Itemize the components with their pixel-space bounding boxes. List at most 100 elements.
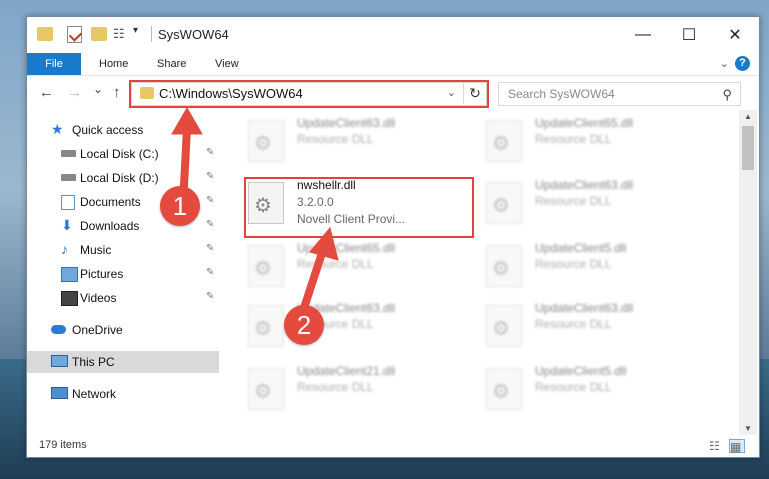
- sidebar-item-label: Videos: [80, 291, 117, 305]
- pin-icon[interactable]: ✎: [206, 243, 214, 254]
- scroll-down-icon[interactable]: ▼: [739, 424, 757, 433]
- file-item[interactable]: UpdateClient5.dll Resource DLL: [486, 239, 716, 297]
- sidebar-item-local-disk-d[interactable]: Local Disk (D:) ✎: [27, 167, 219, 189]
- sidebar-item-music[interactable]: ♪ Music ✎: [27, 239, 219, 261]
- pin-icon[interactable]: ✎: [206, 219, 214, 230]
- file-type: Resource DLL: [535, 317, 612, 331]
- videos-icon: [61, 291, 78, 306]
- file-name: UpdateClient65.dll: [535, 116, 634, 130]
- recent-locations-button[interactable]: ⌄: [93, 82, 103, 96]
- tab-share[interactable]: Share: [145, 53, 198, 75]
- dll-file-icon: [248, 120, 284, 162]
- dll-file-icon: [486, 245, 522, 287]
- back-button[interactable]: ←: [39, 84, 54, 101]
- dll-file-icon: [248, 368, 284, 410]
- pin-icon[interactable]: ✎: [206, 291, 214, 302]
- file-type: Resource DLL: [297, 380, 374, 394]
- sidebar-item-label: OneDrive: [72, 323, 123, 337]
- pin-icon[interactable]: ✎: [206, 195, 214, 206]
- expand-ribbon-icon[interactable]: ⌄: [720, 57, 729, 70]
- sidebar-item-label: Quick access: [72, 123, 144, 137]
- file-name: UpdateClient5.dll: [535, 364, 627, 378]
- search-icon[interactable]: ⚲: [722, 87, 732, 103]
- sidebar-item-network[interactable]: Network: [27, 383, 219, 405]
- step-2-badge: 2: [284, 305, 324, 345]
- scroll-up-icon[interactable]: ▲: [739, 112, 757, 121]
- file-item[interactable]: UpdateClient21.dll Resource DLL: [248, 362, 478, 420]
- file-item[interactable]: UpdateClient65.dll Resource DLL: [248, 239, 478, 297]
- item-count: 179 items: [39, 439, 87, 451]
- file-type: Resource DLL: [297, 257, 374, 271]
- customize-toolbar-icon[interactable]: ☷: [113, 26, 129, 41]
- file-item[interactable]: UpdateClient5.dll Resource DLL: [486, 362, 716, 420]
- ribbon-tabs: File Home Share View ⌄ ?: [27, 53, 759, 76]
- file-type: Resource DLL: [535, 194, 612, 208]
- music-icon: ♪: [61, 241, 68, 257]
- vertical-scrollbar[interactable]: ▲ ▼: [739, 110, 757, 435]
- sidebar-item-label: This PC: [72, 355, 115, 369]
- file-type: Resource DLL: [535, 132, 612, 146]
- sidebar-item-onedrive[interactable]: OneDrive: [27, 319, 219, 341]
- title-separator: [151, 26, 152, 42]
- file-name: UpdateClient65.dll: [297, 241, 396, 255]
- file-type: Resource DLL: [297, 132, 374, 146]
- sidebar-item-label: Local Disk (C:): [80, 147, 159, 161]
- sidebar-item-label: Documents: [80, 195, 141, 209]
- file-type: Resource DLL: [535, 380, 612, 394]
- search-placeholder: Search SysWOW64: [508, 87, 615, 101]
- minimize-button[interactable]: —: [620, 17, 666, 53]
- title-bar: ☷ ▾ SysWOW64 — ☐ ✕: [27, 17, 759, 53]
- file-name: UpdateClient63.dll: [297, 116, 396, 130]
- quick-access-dropdown-icon[interactable]: ▾: [133, 25, 149, 39]
- drive-icon: [61, 150, 76, 157]
- forward-button[interactable]: →: [67, 84, 82, 101]
- dll-file-icon: [486, 305, 522, 347]
- file-name: UpdateClient21.dll: [297, 364, 396, 378]
- pin-icon[interactable]: ✎: [206, 267, 214, 278]
- sidebar-item-quick-access[interactable]: ★ Quick access: [27, 119, 219, 141]
- sidebar-item-label: Downloads: [80, 219, 140, 233]
- scroll-thumb[interactable]: [742, 126, 754, 170]
- properties-icon[interactable]: [67, 26, 82, 43]
- help-icon[interactable]: ?: [735, 56, 750, 71]
- file-highlight: [244, 177, 474, 238]
- maximize-button[interactable]: ☐: [666, 17, 712, 53]
- cloud-icon: [51, 325, 66, 334]
- tab-file[interactable]: File: [27, 53, 81, 75]
- address-bar-highlight: [129, 80, 489, 108]
- dll-file-icon: [248, 305, 284, 347]
- file-item[interactable]: UpdateClient63.dll Resource DLL: [486, 299, 716, 357]
- dll-file-icon: [486, 368, 522, 410]
- sidebar-item-label: Music: [80, 243, 112, 257]
- sidebar-item-this-pc[interactable]: This PC: [27, 351, 219, 373]
- file-item[interactable]: UpdateClient65.dll Resource DLL: [486, 114, 716, 172]
- status-bar: 179 items ☷ ▦: [27, 435, 759, 457]
- search-input[interactable]: Search SysWOW64 ⚲: [498, 82, 741, 106]
- star-icon: ★: [51, 121, 64, 137]
- pin-icon[interactable]: ✎: [206, 147, 214, 158]
- file-item[interactable]: UpdateClient63.dll Resource DLL: [248, 114, 478, 172]
- pc-icon: [51, 355, 68, 367]
- folder-icon[interactable]: [37, 27, 53, 41]
- network-icon: [51, 387, 68, 399]
- file-name: UpdateClient5.dll: [535, 241, 627, 255]
- window-title: SysWOW64: [158, 27, 229, 42]
- file-list: UpdateClient63.dll Resource DLL nwshellr…: [220, 110, 739, 435]
- sidebar-item-pictures[interactable]: Pictures ✎: [27, 263, 219, 285]
- details-view-icon[interactable]: ☷: [709, 439, 723, 453]
- new-folder-icon[interactable]: [91, 27, 107, 41]
- up-button[interactable]: ↑: [113, 84, 121, 101]
- navigation-pane: ★ Quick access Local Disk (C:) ✎ Local D…: [27, 117, 220, 433]
- step-1-badge: 1: [160, 186, 200, 226]
- sidebar-item-label: Local Disk (D:): [80, 171, 159, 185]
- sidebar-item-local-disk-c[interactable]: Local Disk (C:) ✎: [27, 143, 219, 165]
- tab-home[interactable]: Home: [87, 53, 140, 75]
- file-item[interactable]: UpdateClient63.dll Resource DLL: [486, 176, 716, 234]
- tiles-view-icon[interactable]: ▦: [729, 439, 745, 454]
- sidebar-item-videos[interactable]: Videos ✎: [27, 287, 219, 309]
- close-button[interactable]: ✕: [712, 17, 758, 53]
- pin-icon[interactable]: ✎: [206, 171, 214, 182]
- dll-file-icon: [486, 182, 522, 224]
- file-item[interactable]: UpdateClient63.dll Resource DLL: [248, 299, 478, 357]
- tab-view[interactable]: View: [203, 53, 251, 75]
